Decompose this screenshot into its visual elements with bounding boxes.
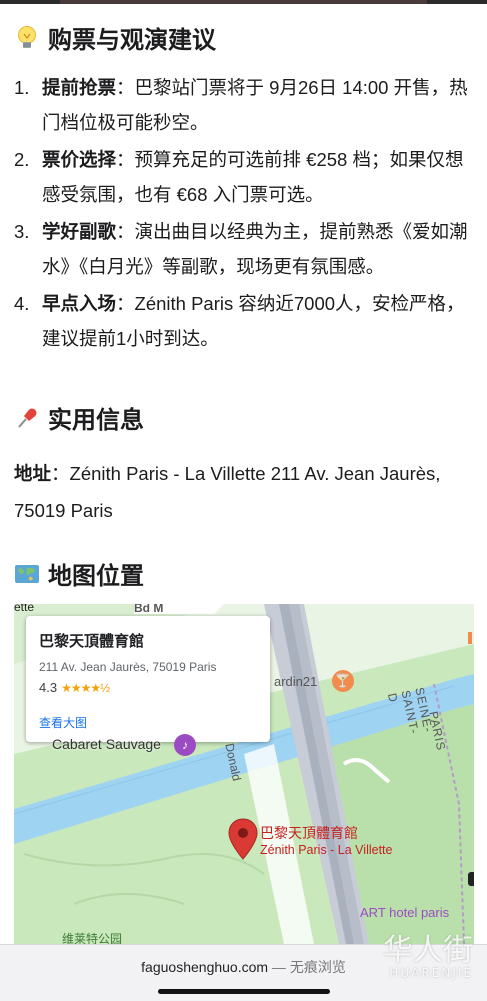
tip-label: 早点入场: [42, 293, 117, 314]
map-label-venue-cn: 巴黎天頂體育館: [260, 825, 358, 841]
place-rating: 4.3 ★★★★½: [39, 680, 110, 695]
list-number: 4.: [14, 293, 30, 314]
map-label-park: 维莱特公园: [62, 932, 123, 944]
home-indicator[interactable]: [158, 989, 330, 994]
section-heading-map: 地图位置: [14, 556, 144, 591]
address-label: 地址: [14, 463, 52, 484]
site-domain: faguoshenghuo.com: [141, 959, 269, 975]
section-title: 地图位置: [48, 563, 144, 590]
section-heading-tips: 购票与观演建议: [14, 20, 216, 55]
place-address: 211 Av. Jean Jaurès, 75019 Paris: [39, 660, 217, 674]
list-number: 1.: [14, 77, 30, 98]
tip-label: 学好副歌: [42, 221, 117, 242]
top-image-strip: [0, 0, 487, 4]
rating-stars-icon: ★★★★½: [61, 680, 110, 695]
tip-label: 票价选择: [42, 149, 117, 170]
map-label-boulevard: Bd M: [134, 604, 164, 615]
map-marker-edge-icon: [468, 632, 472, 644]
section-heading-info: 实用信息: [14, 400, 144, 435]
map-marker-dot-icon: [468, 872, 474, 886]
list-item: 4. 早点入场：Zénith Paris 容纳近7000人，安检严格，建议提前1…: [14, 286, 474, 356]
lightbulb-icon: [14, 25, 40, 51]
pushpin-icon: [14, 406, 40, 430]
list-item: 2. 票价选择：预算充足的可选前排 €258 档；如果仅想感受氛围，也有 €68…: [14, 142, 474, 212]
address-value: ：Zénith Paris - La Villette 211 Av. Jean…: [14, 463, 441, 521]
watermark-sub: HUARENJIE: [389, 966, 473, 980]
tip-label: 提前抢票: [42, 77, 117, 98]
list-number: 2.: [14, 149, 30, 170]
view-larger-map-link[interactable]: 查看大图: [39, 714, 87, 731]
section-title: 实用信息: [48, 407, 144, 434]
section-title: 购票与观演建议: [48, 27, 216, 54]
venue-poi-icon[interactable]: ♪: [174, 734, 196, 756]
place-card[interactable]: 巴黎天頂體育館 211 Av. Jean Jaurès, 75019 Paris…: [26, 616, 270, 742]
address-text: 地址：Zénith Paris - La Villette 211 Av. Je…: [14, 455, 474, 529]
list-item: 1. 提前抢票：巴黎站门票将于 9月26日 14:00 开售，热门档位极可能秒空…: [14, 70, 474, 140]
private-mode-label: — 无痕浏览: [268, 959, 346, 975]
map-label-hotel: ART hotel paris: [360, 905, 450, 920]
watermark-main: 华人街: [383, 933, 473, 968]
map-label-venue-fr: Zénith Paris - La Villette: [260, 843, 393, 857]
place-name: 巴黎天頂體育館: [39, 633, 145, 650]
map-label-top-left: ette: [14, 604, 35, 614]
map-label-cabaret: Cabaret Sauvage: [52, 736, 161, 752]
world-map-icon: [14, 563, 40, 585]
watermark-logo: 华人街 HUARENJIE: [383, 933, 473, 981]
tips-list: 1. 提前抢票：巴黎站门票将于 9月26日 14:00 开售，热门档位极可能秒空…: [14, 70, 474, 358]
map-label-jardin: ardin21: [274, 674, 318, 689]
map-embed[interactable]: 巴黎天頂體育館 211 Av. Jean Jaurès, 75019 Paris…: [14, 604, 474, 944]
rating-value: 4.3: [39, 680, 58, 695]
bar-poi-icon[interactable]: 🍸: [332, 670, 354, 692]
list-number: 3.: [14, 221, 30, 242]
location-pin-icon[interactable]: [228, 818, 258, 865]
list-item: 3. 学好副歌：演出曲目以经典为主，提前熟悉《爱如潮水》《白月光》等副歌，现场更…: [14, 214, 474, 284]
